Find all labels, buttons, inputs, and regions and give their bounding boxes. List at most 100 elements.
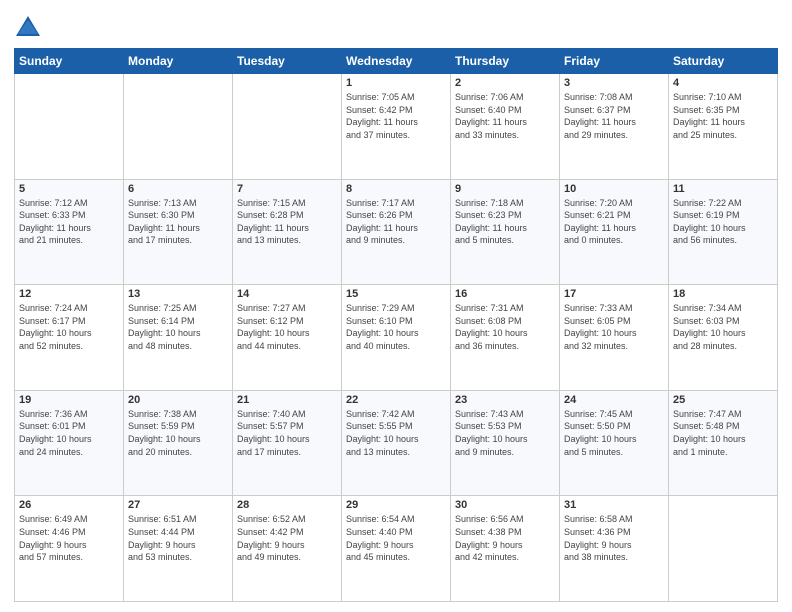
day-number: 8 [346, 183, 446, 195]
weekday-header-monday: Monday [124, 49, 233, 74]
day-info: Sunrise: 7:34 AM Sunset: 6:03 PM Dayligh… [673, 302, 773, 352]
day-info: Sunrise: 7:20 AM Sunset: 6:21 PM Dayligh… [564, 197, 664, 247]
weekday-header-tuesday: Tuesday [233, 49, 342, 74]
day-info: Sunrise: 7:15 AM Sunset: 6:28 PM Dayligh… [237, 197, 337, 247]
weekday-header-sunday: Sunday [15, 49, 124, 74]
calendar-cell: 11 Sunrise: 7:22 AM Sunset: 6:19 PM Dayli… [669, 179, 778, 285]
calendar-cell: 1Sunrise: 7:05 AM Sunset: 6:42 PM Daylig… [342, 74, 451, 180]
day-number: 27 [128, 499, 228, 511]
day-info: Sunrise: 7:24 AM Sunset: 6:17 PM Dayligh… [19, 302, 119, 352]
day-number: 29 [346, 499, 446, 511]
day-info: Sunrise: 7:13 AM Sunset: 6:30 PM Dayligh… [128, 197, 228, 247]
day-number: 19 [19, 394, 119, 406]
day-number: 25 [673, 394, 773, 406]
day-info: Sunrise: 7:33 AM Sunset: 6:05 PM Dayligh… [564, 302, 664, 352]
day-number: 5 [19, 183, 119, 195]
calendar-cell: 21 Sunrise: 7:40 AM Sunset: 5:57 PM Dayli… [233, 390, 342, 496]
day-info: Sunrise: 6:58 AM Sunset: 4:36 PM Dayligh… [564, 513, 664, 563]
day-info: Sunrise: 7:43 AM Sunset: 5:53 PM Dayligh… [455, 408, 555, 458]
day-info: Sunrise: 7:47 AM Sunset: 5:48 PM Dayligh… [673, 408, 773, 458]
day-number: 23 [455, 394, 555, 406]
calendar-cell: 2Sunrise: 7:06 AM Sunset: 6:40 PM Daylig… [451, 74, 560, 180]
page: SundayMondayTuesdayWednesdayThursdayFrid… [0, 0, 792, 612]
day-info: Sunrise: 6:54 AM Sunset: 4:40 PM Dayligh… [346, 513, 446, 563]
day-info: Sunrise: 7:45 AM Sunset: 5:50 PM Dayligh… [564, 408, 664, 458]
day-info: Sunrise: 7:12 AM Sunset: 6:33 PM Dayligh… [19, 197, 119, 247]
calendar-cell: 25 Sunrise: 7:47 AM Sunset: 5:48 PM Dayli… [669, 390, 778, 496]
calendar-cell: 27 Sunrise: 6:51 AM Sunset: 4:44 PM Dayli… [124, 496, 233, 602]
day-info: Sunrise: 7:06 AM Sunset: 6:40 PM Dayligh… [455, 91, 555, 141]
day-number: 17 [564, 288, 664, 300]
day-info: Sunrise: 7:40 AM Sunset: 5:57 PM Dayligh… [237, 408, 337, 458]
day-number: 18 [673, 288, 773, 300]
calendar-cell: 28 Sunrise: 6:52 AM Sunset: 4:42 PM Dayli… [233, 496, 342, 602]
week-row-5: 26 Sunrise: 6:49 AM Sunset: 4:46 PM Dayli… [15, 496, 778, 602]
header [14, 10, 778, 42]
calendar-cell: 13 Sunrise: 7:25 AM Sunset: 6:14 PM Dayli… [124, 285, 233, 391]
calendar-cell: 22 Sunrise: 7:42 AM Sunset: 5:55 PM Dayli… [342, 390, 451, 496]
day-info: Sunrise: 7:38 AM Sunset: 5:59 PM Dayligh… [128, 408, 228, 458]
day-number: 21 [237, 394, 337, 406]
day-info: Sunrise: 6:51 AM Sunset: 4:44 PM Dayligh… [128, 513, 228, 563]
day-number: 16 [455, 288, 555, 300]
day-number: 30 [455, 499, 555, 511]
day-info: Sunrise: 7:25 AM Sunset: 6:14 PM Dayligh… [128, 302, 228, 352]
day-info: Sunrise: 6:52 AM Sunset: 4:42 PM Dayligh… [237, 513, 337, 563]
day-number: 31 [564, 499, 664, 511]
day-number: 15 [346, 288, 446, 300]
calendar-cell [233, 74, 342, 180]
calendar-cell: 4 Sunrise: 7:10 AM Sunset: 6:35 PM Daylig… [669, 74, 778, 180]
calendar-cell: 10 Sunrise: 7:20 AM Sunset: 6:21 PM Dayli… [560, 179, 669, 285]
day-number: 13 [128, 288, 228, 300]
calendar-cell: 26 Sunrise: 6:49 AM Sunset: 4:46 PM Dayli… [15, 496, 124, 602]
day-info: Sunrise: 7:22 AM Sunset: 6:19 PM Dayligh… [673, 197, 773, 247]
calendar-cell [669, 496, 778, 602]
calendar-cell [15, 74, 124, 180]
day-number: 12 [19, 288, 119, 300]
day-info: Sunrise: 7:42 AM Sunset: 5:55 PM Dayligh… [346, 408, 446, 458]
week-row-2: 5 Sunrise: 7:12 AM Sunset: 6:33 PM Daylig… [15, 179, 778, 285]
day-number: 4 [673, 77, 773, 89]
weekday-header-wednesday: Wednesday [342, 49, 451, 74]
week-row-4: 19 Sunrise: 7:36 AM Sunset: 6:01 PM Dayli… [15, 390, 778, 496]
day-number: 26 [19, 499, 119, 511]
logo-icon [14, 14, 42, 42]
day-number: 22 [346, 394, 446, 406]
day-info: Sunrise: 7:27 AM Sunset: 6:12 PM Dayligh… [237, 302, 337, 352]
calendar-cell: 17 Sunrise: 7:33 AM Sunset: 6:05 PM Dayli… [560, 285, 669, 391]
calendar-cell: 31 Sunrise: 6:58 AM Sunset: 4:36 PM Dayli… [560, 496, 669, 602]
day-number: 7 [237, 183, 337, 195]
day-number: 28 [237, 499, 337, 511]
week-row-1: 1Sunrise: 7:05 AM Sunset: 6:42 PM Daylig… [15, 74, 778, 180]
calendar-cell: 18 Sunrise: 7:34 AM Sunset: 6:03 PM Dayli… [669, 285, 778, 391]
calendar-cell: 16Sunrise: 7:31 AM Sunset: 6:08 PM Dayli… [451, 285, 560, 391]
day-info: Sunrise: 7:10 AM Sunset: 6:35 PM Dayligh… [673, 91, 773, 141]
calendar-cell: 9Sunrise: 7:18 AM Sunset: 6:23 PM Daylig… [451, 179, 560, 285]
day-number: 11 [673, 183, 773, 195]
day-info: Sunrise: 7:36 AM Sunset: 6:01 PM Dayligh… [19, 408, 119, 458]
calendar-cell: 14Sunrise: 7:27 AM Sunset: 6:12 PM Dayli… [233, 285, 342, 391]
calendar-cell: 3Sunrise: 7:08 AM Sunset: 6:37 PM Daylig… [560, 74, 669, 180]
day-number: 6 [128, 183, 228, 195]
calendar-cell: 6 Sunrise: 7:13 AM Sunset: 6:30 PM Daylig… [124, 179, 233, 285]
calendar-cell: 15Sunrise: 7:29 AM Sunset: 6:10 PM Dayli… [342, 285, 451, 391]
calendar-cell: 29 Sunrise: 6:54 AM Sunset: 4:40 PM Dayli… [342, 496, 451, 602]
day-info: Sunrise: 6:49 AM Sunset: 4:46 PM Dayligh… [19, 513, 119, 563]
day-number: 10 [564, 183, 664, 195]
calendar-cell: 8 Sunrise: 7:17 AM Sunset: 6:26 PM Daylig… [342, 179, 451, 285]
day-info: Sunrise: 7:17 AM Sunset: 6:26 PM Dayligh… [346, 197, 446, 247]
week-row-3: 12 Sunrise: 7:24 AM Sunset: 6:17 PM Dayli… [15, 285, 778, 391]
calendar-cell: 24 Sunrise: 7:45 AM Sunset: 5:50 PM Dayli… [560, 390, 669, 496]
day-info: Sunrise: 7:18 AM Sunset: 6:23 PM Dayligh… [455, 197, 555, 247]
day-info: Sunrise: 6:56 AM Sunset: 4:38 PM Dayligh… [455, 513, 555, 563]
weekday-header-row: SundayMondayTuesdayWednesdayThursdayFrid… [15, 49, 778, 74]
day-number: 24 [564, 394, 664, 406]
weekday-header-friday: Friday [560, 49, 669, 74]
day-number: 1 [346, 77, 446, 89]
calendar-table: SundayMondayTuesdayWednesdayThursdayFrid… [14, 48, 778, 602]
calendar-cell: 19 Sunrise: 7:36 AM Sunset: 6:01 PM Dayli… [15, 390, 124, 496]
calendar-cell: 30 Sunrise: 6:56 AM Sunset: 4:38 PM Dayli… [451, 496, 560, 602]
day-info: Sunrise: 7:08 AM Sunset: 6:37 PM Dayligh… [564, 91, 664, 141]
calendar-cell: 23 Sunrise: 7:43 AM Sunset: 5:53 PM Dayli… [451, 390, 560, 496]
calendar-cell: 5 Sunrise: 7:12 AM Sunset: 6:33 PM Daylig… [15, 179, 124, 285]
